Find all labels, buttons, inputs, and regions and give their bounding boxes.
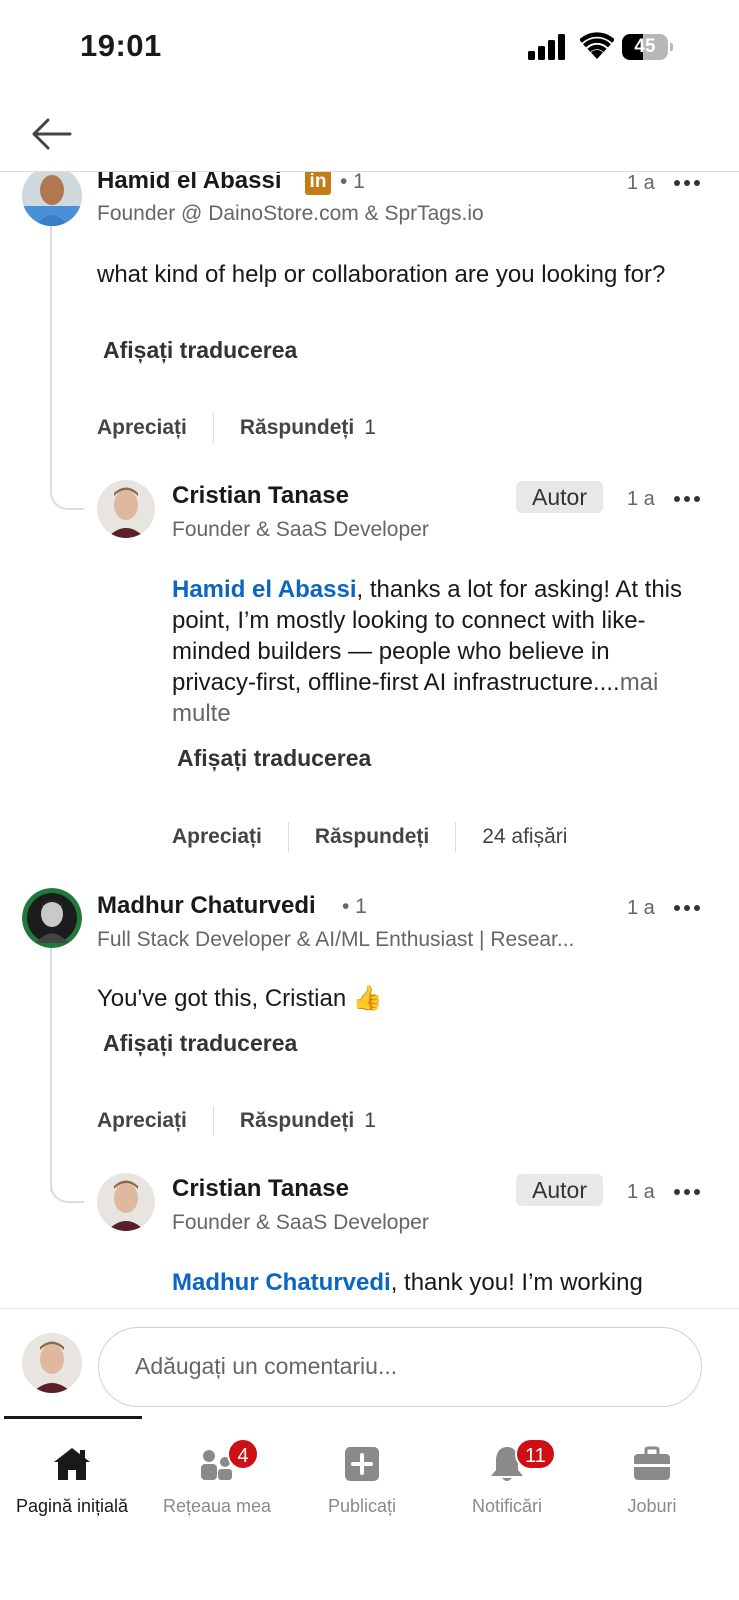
avatar-hamid[interactable] [22, 172, 82, 226]
bottom-nav: Pagină inițială 4 Rețeaua mea Publicați … [0, 1416, 739, 1600]
avatar-cristian[interactable] [97, 480, 155, 538]
notification-badge: 11 [515, 1438, 556, 1470]
reply-author-name[interactable]: Cristian Tanase [172, 482, 349, 510]
premium-badge-icon: in [305, 172, 331, 195]
nav-home[interactable]: Pagină inițială [0, 1430, 146, 1530]
comment-text: what kind of help or collaboration are y… [97, 261, 666, 288]
nav-label: Joburi [627, 1496, 677, 1516]
connection-degree: • 1 [342, 895, 367, 918]
comment-actions: Apreciați Răspundeți 1 [97, 412, 376, 444]
nav-label: Notificări [471, 1496, 542, 1516]
notification-badge: 4 [227, 1438, 259, 1470]
reply-text: Madhur Chaturvedi, thank you! I’m workin… [172, 1269, 643, 1296]
author-badge: Autor [516, 1174, 603, 1206]
commenter-name[interactable]: Hamid el Abassi [97, 172, 282, 195]
thread-elbow [50, 472, 84, 510]
show-translation-link[interactable]: Afișați traducerea [103, 1030, 297, 1057]
thread-elbow [50, 1165, 84, 1203]
reply-button[interactable]: Răspundeți [240, 416, 354, 440]
show-translation-link[interactable]: Afișați traducerea [103, 337, 297, 364]
nav-label: Publicați [327, 1496, 397, 1516]
reply-count: 1 [364, 416, 376, 439]
commenter-headline: Founder @ DainoStore.com & SprTags.io [97, 202, 484, 225]
views-count: 24 afișări [482, 825, 568, 848]
current-user-avatar [22, 1333, 82, 1393]
reply-count: 1 [364, 1109, 376, 1132]
avatar-madhur[interactable] [22, 888, 82, 948]
comment-composer: Adăugați un comentariu... [0, 1308, 739, 1416]
reply-time: 1 a [627, 488, 655, 510]
commenter-name[interactable]: Madhur Chaturvedi [97, 892, 316, 920]
top-nav [0, 100, 739, 172]
reply-author-headline: Founder & SaaS Developer [172, 518, 429, 541]
status-time: 19:01 [80, 28, 162, 63]
post-icon [345, 1447, 379, 1481]
author-badge: Autor [516, 481, 603, 513]
nav-label: Pagină inițială [15, 1496, 129, 1516]
avatar-cristian[interactable] [97, 1173, 155, 1231]
nav-label: Rețeaua mea [162, 1496, 272, 1516]
nav-jobs[interactable]: Joburi [578, 1430, 726, 1530]
nav-network[interactable]: 4 Rețeaua mea [143, 1430, 291, 1530]
reply-button[interactable]: Răspundeți [240, 1109, 354, 1133]
like-button[interactable]: Apreciați [172, 825, 262, 849]
more-options-icon[interactable] [674, 494, 702, 504]
home-icon [54, 1448, 90, 1480]
like-button[interactable]: Apreciați [97, 416, 187, 440]
more-options-icon[interactable] [674, 1187, 702, 1197]
wifi-icon [580, 32, 614, 59]
like-button[interactable]: Apreciați [97, 1109, 187, 1133]
comment-input[interactable]: Adăugați un comentariu... [98, 1327, 702, 1407]
cellular-signal-icon [528, 34, 565, 60]
battery-icon: 45 [622, 34, 674, 60]
show-translation-link[interactable]: Afișați traducerea [177, 745, 371, 772]
more-options-icon[interactable] [674, 903, 702, 913]
reply-author-headline: Founder & SaaS Developer [172, 1211, 429, 1234]
reply-time: 1 a [627, 1181, 655, 1203]
reply-button[interactable]: Răspundeți [315, 825, 429, 849]
reply-author-name[interactable]: Cristian Tanase [172, 1175, 349, 1203]
back-arrow-icon[interactable] [28, 110, 76, 158]
comment-actions: Apreciați Răspundeți 1 [97, 1105, 376, 1137]
connection-degree: • 1 [340, 172, 365, 193]
reply-actions: Apreciați Răspundeți 24 afișări [172, 821, 567, 853]
nav-notifications[interactable]: 11 Notificări [433, 1430, 581, 1530]
comment-text: You've got this, Cristian 👍 [97, 985, 383, 1012]
nav-post[interactable]: Publicați [288, 1430, 436, 1530]
more-options-icon[interactable] [674, 178, 702, 188]
briefcase-icon [634, 1446, 670, 1480]
commenter-headline: Full Stack Developer & AI/ML Enthusiast … [97, 928, 575, 951]
status-bar: 19:01 45 [0, 0, 739, 100]
thread-line [50, 212, 52, 492]
active-tab-indicator [4, 1416, 142, 1419]
comment-time: 1 a [627, 897, 655, 919]
comments-list: Hamid el Abassi in • 1 1 a Founder @ Dai… [0, 172, 739, 1336]
thread-line [50, 932, 52, 1192]
mention-link[interactable]: Madhur Chaturvedi [172, 1269, 391, 1296]
battery-level: 45 [634, 36, 656, 57]
comment-time: 1 a [627, 172, 655, 194]
reply-text: Hamid el Abassi, thanks a lot for asking… [172, 576, 683, 727]
mention-link[interactable]: Hamid el Abassi [172, 576, 357, 603]
